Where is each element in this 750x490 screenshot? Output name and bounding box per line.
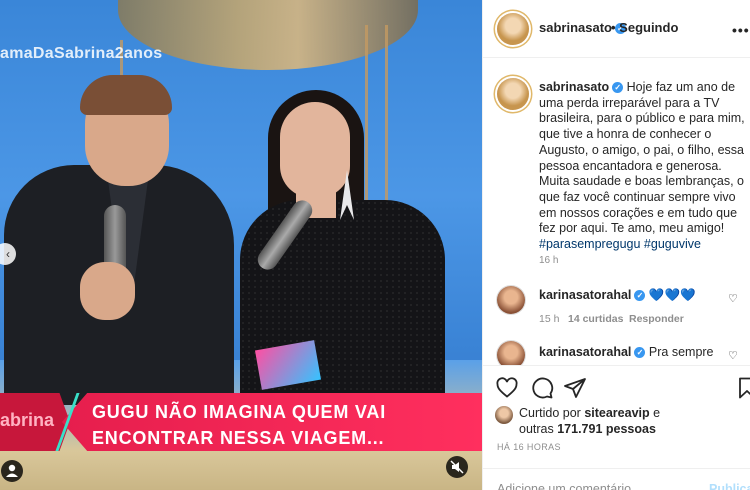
comment-bubble-icon[interactable] [530,376,554,400]
hand [80,262,135,320]
publish-button[interactable]: Publicar [709,482,750,490]
comment-input[interactable]: Adicione um comentário... [497,482,642,490]
comment: karinasatorahal ✓ Pra sempre [539,345,714,359]
post-media[interactable]: amaDaSabrina2anos abrina GUGU NÃO IMAGIN… [0,0,482,490]
caption-username[interactable]: sabrinasato [539,80,609,94]
verified-badge-icon: ✓ [612,82,624,94]
post-sidebar: sabrinasato ✓ • Seguindo ••• sabrinasato ✓… [482,0,750,490]
post-timestamp[interactable]: HÁ 16 HORAS [497,442,561,452]
verified-badge-icon: ✓ [634,290,646,302]
comment-likes-count[interactable]: 14 curtidas [568,313,623,325]
more-options-icon[interactable]: ••• [732,22,750,38]
comment-body: 💙💙💙 [648,288,696,302]
liked-by-text: Curtido por siteareavip e outras 171.791… [519,406,660,437]
comment-like-heart-icon[interactable]: ♡ [728,349,738,362]
like-heart-icon[interactable] [495,376,519,400]
caption-text: Hoje faz um ano de uma perda irreparável… [539,80,745,236]
balloon-basket [118,0,418,70]
add-comment-bar: Adicione um comentário... Publicar [483,468,750,490]
caption-time: 16 h [539,255,559,266]
caption-avatar[interactable] [497,78,529,110]
comment-time: 15 h [539,313,560,325]
liked-by-avatar[interactable] [495,406,513,424]
following-button[interactable]: • Seguindo [611,20,678,35]
mute-icon[interactable] [446,456,468,478]
reply-button[interactable]: Responder [629,313,684,325]
hashtag-overlay: amaDaSabrina2anos [0,45,163,62]
post-actions: Curtido por siteareavip e outras 171.791… [483,365,750,490]
woman-head [280,102,350,198]
post-caption: sabrinasato ✓ Hoje faz um ano de uma perd… [539,80,747,253]
chyron-line-1: GUGU NÃO IMAGINA QUEM VAI [92,402,386,422]
caption-hashtags[interactable]: #parasempregugu #guguvive [539,237,701,251]
save-bookmark-icon[interactable] [735,376,750,400]
chyron-side-label: abrina [0,410,55,430]
liked-prefix: Curtido por [519,406,585,420]
comment-username[interactable]: karinasatorahal [539,345,631,359]
header-username-text[interactable]: sabrinasato [539,20,612,35]
likes-count[interactable]: 171.791 pessoas [557,422,656,436]
share-send-icon[interactable] [563,376,587,400]
post-header: sabrinasato ✓ • Seguindo ••• [483,0,750,58]
comment-avatar[interactable] [497,286,525,314]
liked-mid: e [649,406,661,420]
comment-like-heart-icon[interactable]: ♡ [728,292,738,305]
comment: karinasatorahal ✓ 💙💙💙 [539,288,696,303]
liked-user[interactable]: siteareavip [584,406,649,420]
liked-line2-prefix: outras [519,421,558,436]
tagged-user-icon[interactable] [1,460,23,482]
comment-username[interactable]: karinasatorahal [539,288,631,302]
man-hair [80,75,172,115]
comment-body: Pra sempre [648,345,714,359]
chyron-line-2: ENCONTRAR NESSA VIAGEM... [92,428,385,448]
verified-badge-icon: ✓ [634,347,646,359]
avatar[interactable] [497,13,529,45]
